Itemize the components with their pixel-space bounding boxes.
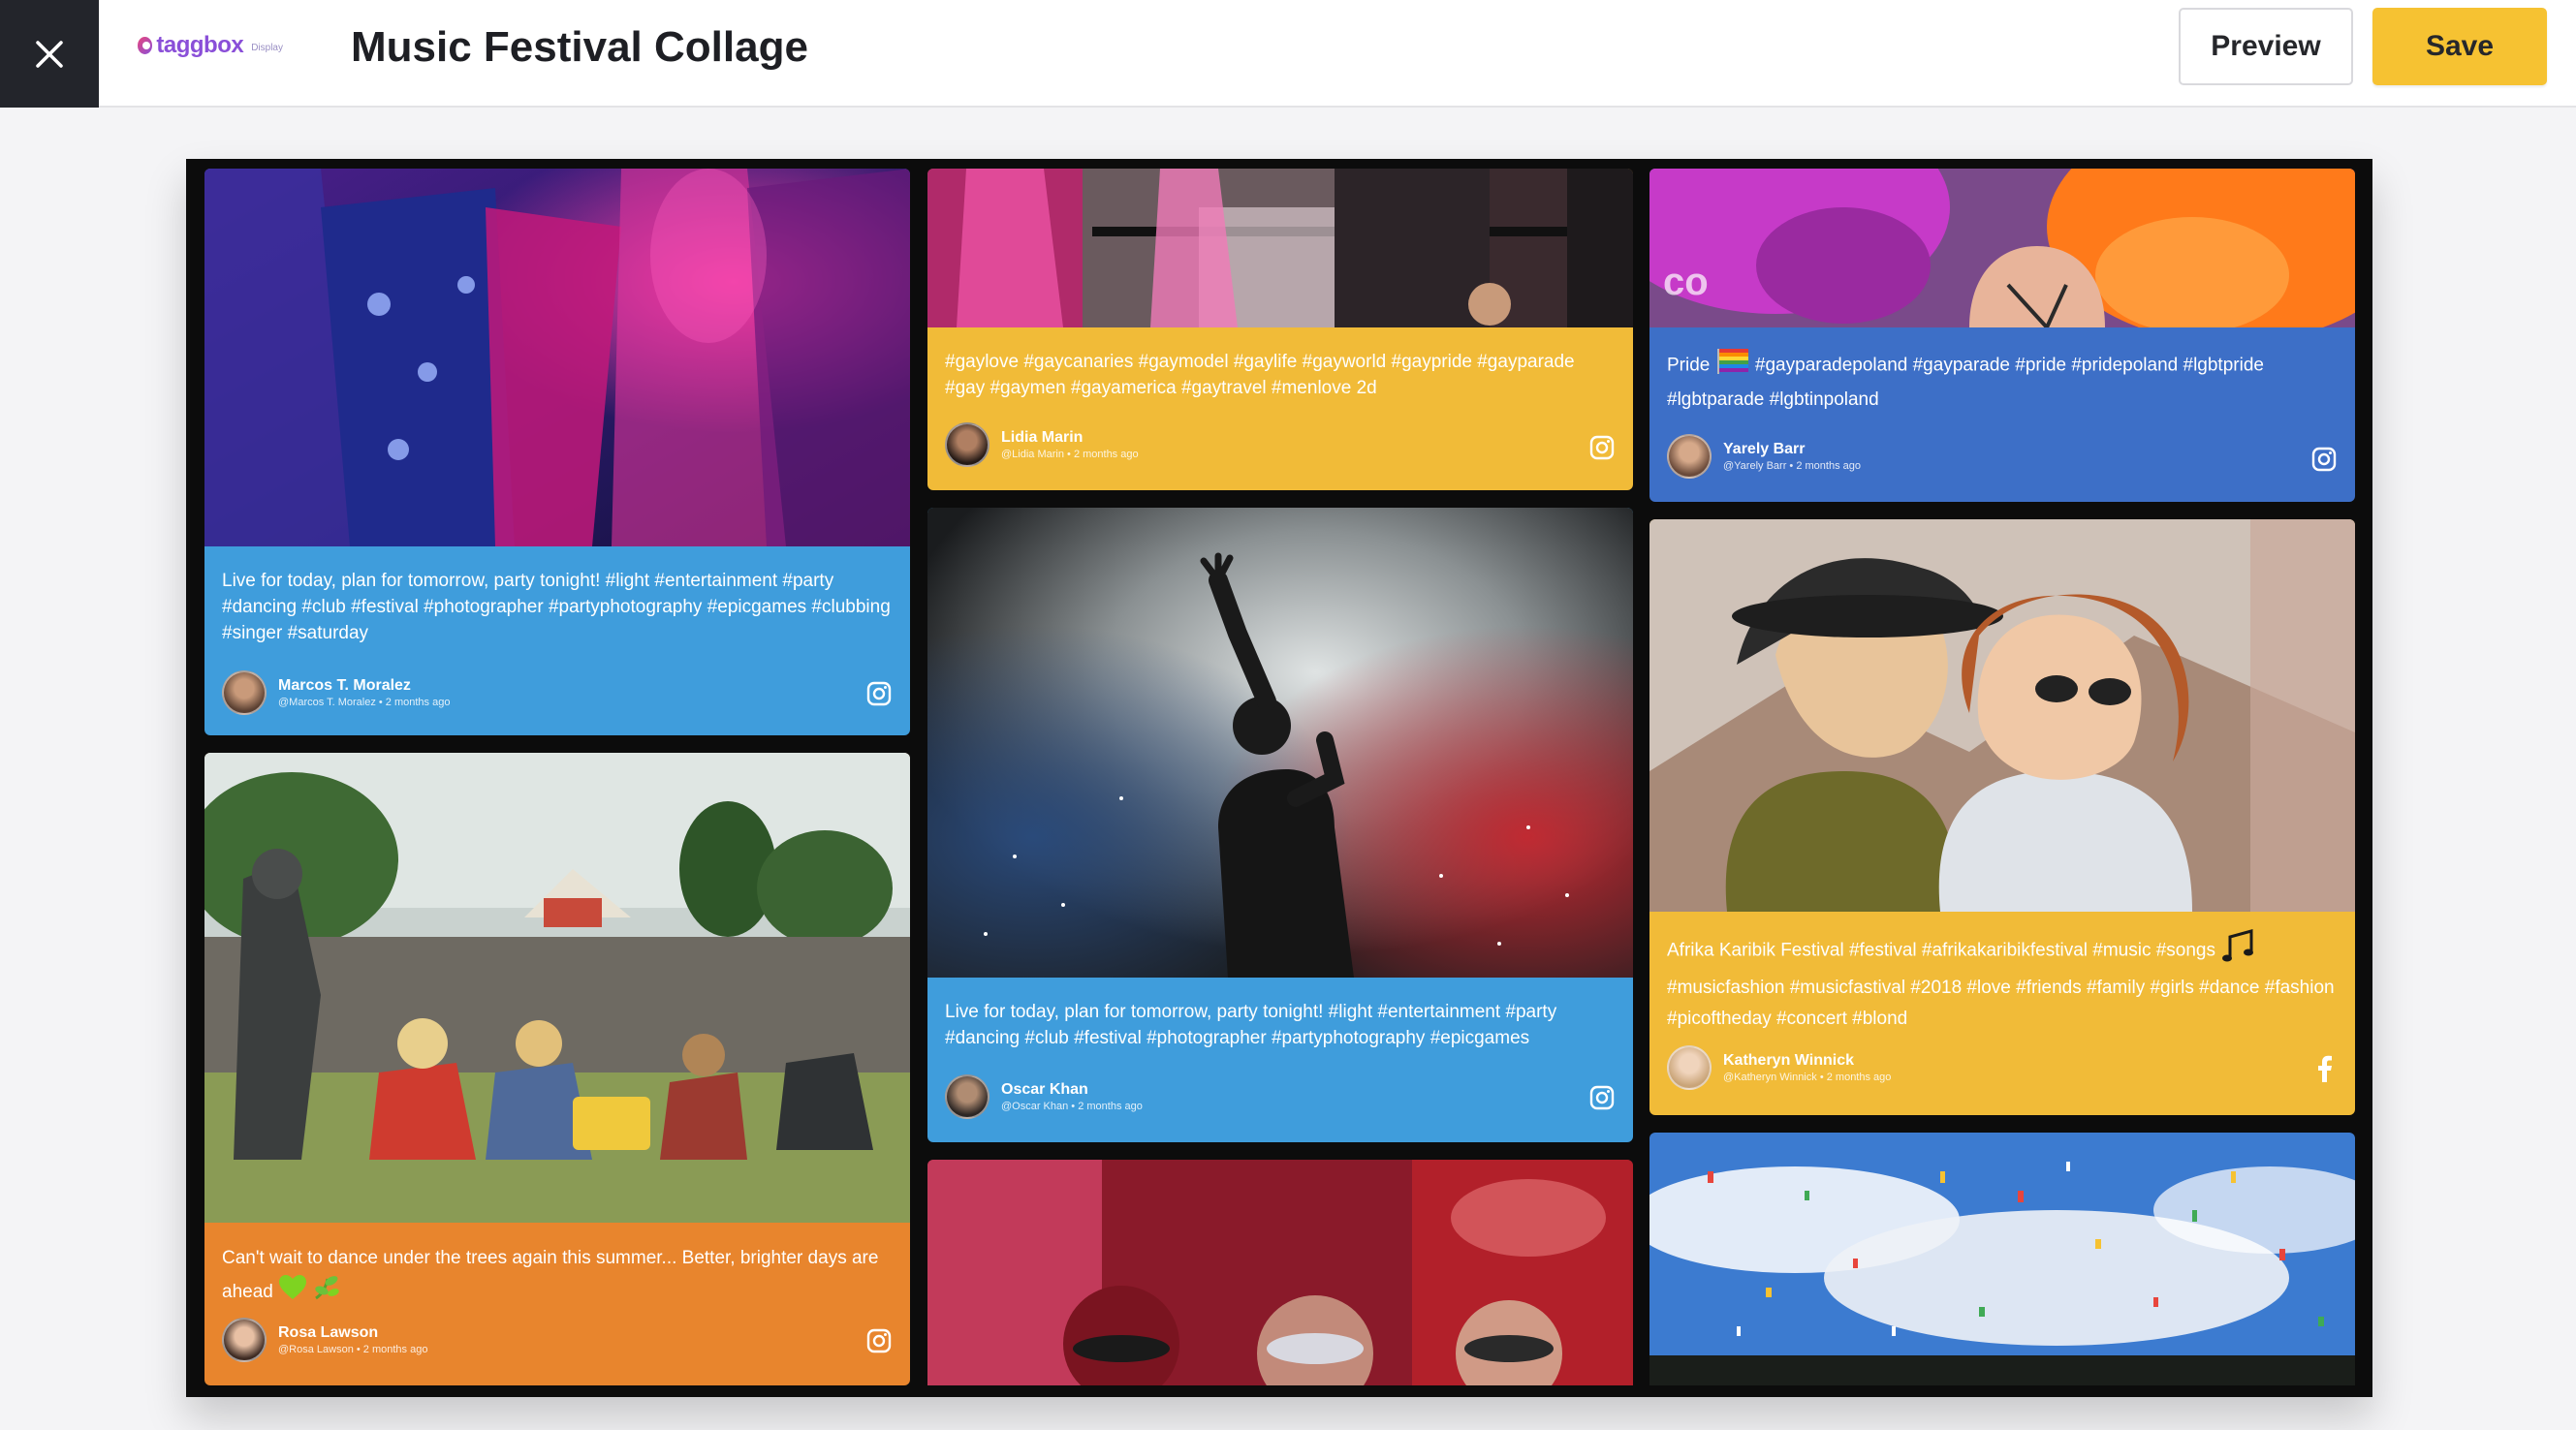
post-card[interactable]: co Pride #gayparadepoland #gayparade #pr… xyxy=(1649,169,2355,502)
post-body: Can't wait to dance under the trees agai… xyxy=(204,1223,910,1312)
author-name: Rosa Lawson xyxy=(278,1324,379,1341)
post-body: #gaylove #gaycanaries #gaymodel #gaylife… xyxy=(927,327,1633,401)
instagram-icon[interactable] xyxy=(1588,1084,1616,1111)
post-image-singer-on-stage xyxy=(927,508,1633,978)
post-card[interactable]: Can't wait to dance under the trees agai… xyxy=(204,753,910,1385)
collage-column-2: #gaylove #gaycanaries #gaymodel #gaylife… xyxy=(927,169,1633,1385)
post-text-a: Pride xyxy=(1667,355,1711,376)
svg-text:co: co xyxy=(1663,261,1709,303)
post-text: #gaylove #gaycanaries #gaymodel #gaylife… xyxy=(945,352,1575,398)
post-image-confetti-sky xyxy=(1649,1133,2355,1385)
post-image-party-crowd xyxy=(204,169,910,546)
author-name: Lidia Marin xyxy=(1001,429,1084,446)
author-handle: @Lidia Marin • 2 months ago xyxy=(1001,449,1139,460)
post-author: Yarely Barr @Yarely Barr • 2 months ago xyxy=(1667,434,1861,479)
instagram-icon[interactable] xyxy=(2310,446,2338,473)
author-name: Katheryn Winnick xyxy=(1723,1052,1854,1069)
collage-preview: Live for today, plan for tomorrow, party… xyxy=(186,159,2372,1397)
post-body: Live for today, plan for tomorrow, party… xyxy=(204,546,910,646)
author-handle: @Marcos T. Moralez • 2 months ago xyxy=(278,697,451,708)
post-image-friends-at-festival xyxy=(1649,519,2355,912)
post-text-b: #musicfashion #musicfastival #2018 #love… xyxy=(1667,978,2335,1029)
post-card[interactable] xyxy=(1649,1133,2355,1385)
post-body: Live for today, plan for tomorrow, party… xyxy=(927,978,1633,1051)
instagram-icon[interactable] xyxy=(1588,434,1616,461)
page-title: Music Festival Collage xyxy=(351,23,808,71)
post-card[interactable]: #gaylove #gaycanaries #gaymodel #gaylife… xyxy=(927,169,1633,490)
author-handle: @Oscar Khan • 2 months ago xyxy=(1001,1101,1143,1112)
avatar xyxy=(945,1074,990,1119)
rainbow-flag-icon xyxy=(1715,347,1750,385)
avatar xyxy=(222,670,267,715)
close-button[interactable] xyxy=(0,0,99,108)
logo-name: taggbox xyxy=(156,32,244,58)
facebook-icon[interactable] xyxy=(2310,1055,2338,1082)
post-body: Afrika Karibik Festival #festival #afrik… xyxy=(1649,912,2355,1035)
preview-button[interactable]: Preview xyxy=(2179,8,2353,85)
post-author: Katheryn Winnick @Katheryn Winnick • 2 m… xyxy=(1667,1045,1891,1090)
post-text: Live for today, plan for tomorrow, party… xyxy=(222,571,891,643)
logo-sub: Display xyxy=(251,42,283,53)
author-handle: @Katheryn Winnick • 2 months ago xyxy=(1723,1072,1892,1083)
post-body: Pride #gayparadepoland #gayparade #pride… xyxy=(1649,327,2355,416)
green-heart-icon xyxy=(278,1274,307,1311)
musical-notes-icon xyxy=(2220,929,2257,973)
post-author: Oscar Khan @Oscar Khan • 2 months ago xyxy=(945,1074,1143,1119)
taggbox-logo: taggbox Display xyxy=(138,29,283,62)
post-text: Live for today, plan for tomorrow, party… xyxy=(945,1002,1557,1048)
post-card[interactable] xyxy=(927,1160,1633,1385)
author-name: Marcos T. Moralez xyxy=(278,677,411,694)
post-card[interactable]: Live for today, plan for tomorrow, party… xyxy=(204,169,910,735)
instagram-icon[interactable] xyxy=(865,680,893,707)
avatar xyxy=(1667,1045,1712,1090)
author-name: Yarely Barr xyxy=(1723,441,1806,457)
post-author: Lidia Marin @Lidia Marin • 2 months ago xyxy=(945,422,1139,467)
post-author: Rosa Lawson @Rosa Lawson • 2 months ago xyxy=(222,1318,427,1362)
post-image-festival-lawn xyxy=(204,753,910,1223)
close-icon xyxy=(36,40,63,68)
avatar xyxy=(1667,434,1712,479)
collage-column-3: co Pride #gayparadepoland #gayparade #pr… xyxy=(1649,169,2355,1385)
save-button[interactable]: Save xyxy=(2372,8,2547,85)
post-text-a: Afrika Karibik Festival #festival #afrik… xyxy=(1667,940,2215,961)
post-card[interactable]: Afrika Karibik Festival #festival #afrik… xyxy=(1649,519,2355,1115)
top-bar: taggbox Display Music Festival Collage P… xyxy=(0,0,2576,108)
taggbox-logo-icon xyxy=(138,37,153,54)
avatar xyxy=(222,1318,267,1362)
post-author: Marcos T. Moralez @Marcos T. Moralez • 2… xyxy=(222,670,450,715)
author-name: Oscar Khan xyxy=(1001,1081,1088,1098)
author-handle: @Yarely Barr • 2 months ago xyxy=(1723,460,1861,472)
post-image-parade xyxy=(927,169,1633,327)
herb-icon xyxy=(312,1273,341,1312)
avatar xyxy=(945,422,990,467)
post-image-masquerade xyxy=(927,1160,1633,1385)
post-card[interactable]: Live for today, plan for tomorrow, party… xyxy=(927,508,1633,1142)
instagram-icon[interactable] xyxy=(865,1327,893,1354)
post-image-colorful-wigs: co xyxy=(1649,169,2355,327)
collage-column-1: Live for today, plan for tomorrow, party… xyxy=(204,169,910,1385)
author-handle: @Rosa Lawson • 2 months ago xyxy=(278,1344,428,1355)
post-text-b: #gayparadepoland #gayparade #pride #prid… xyxy=(1667,355,2264,410)
